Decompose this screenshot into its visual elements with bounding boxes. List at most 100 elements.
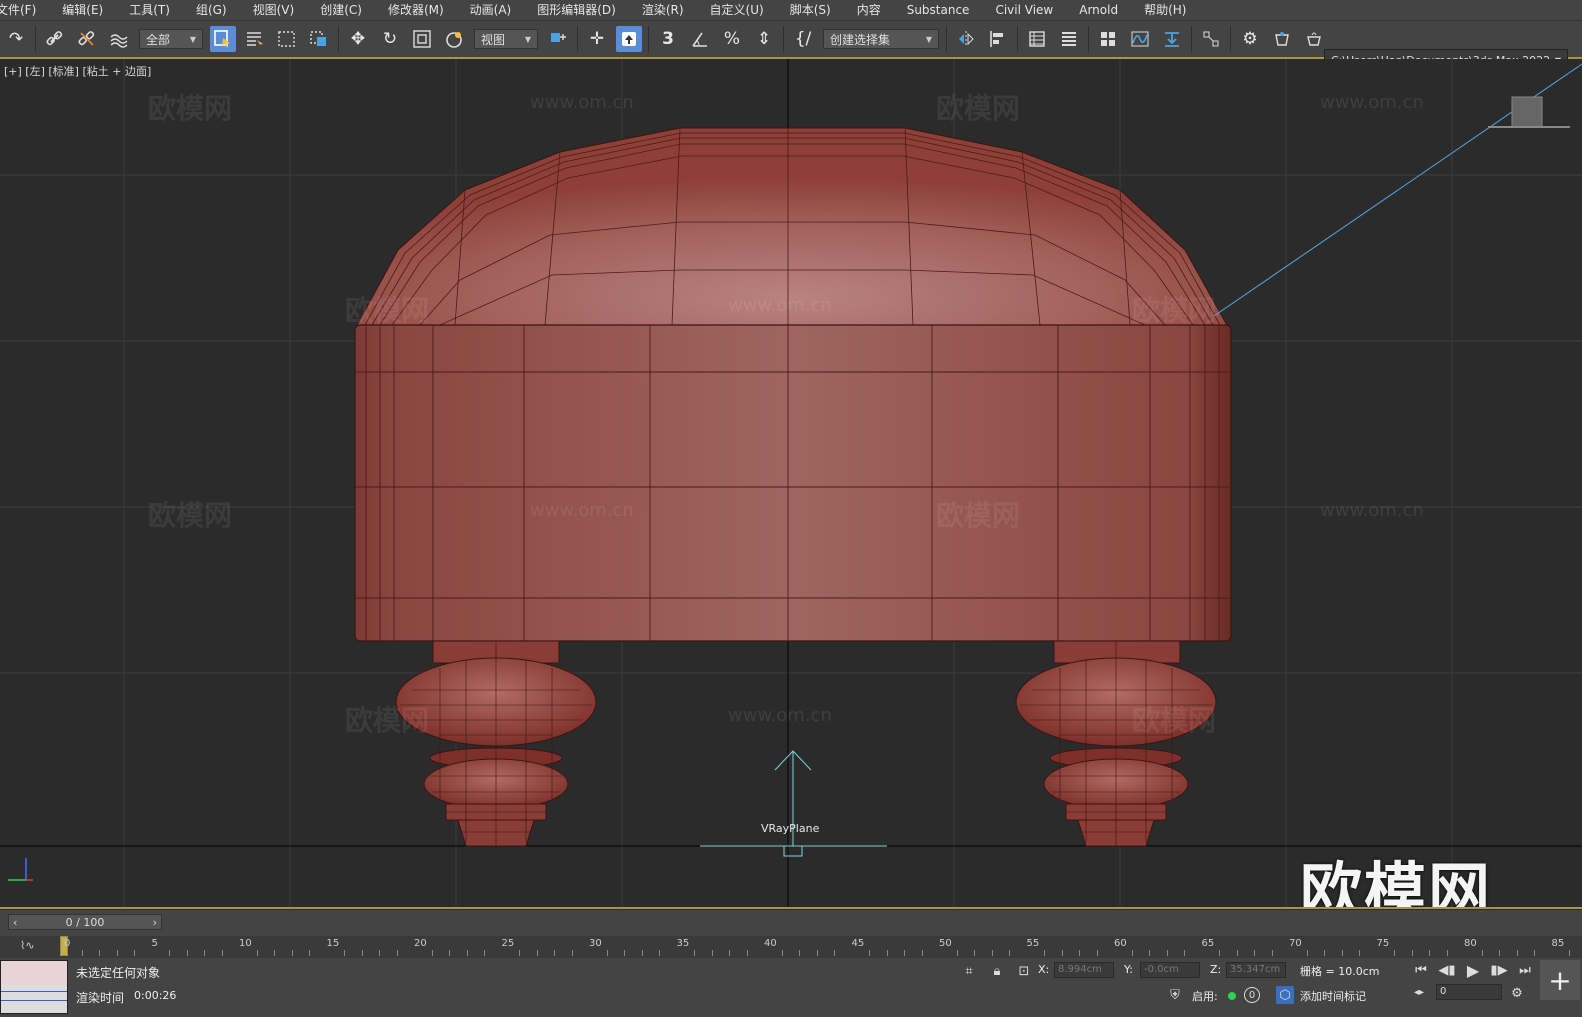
select-manipulate-icon[interactable]: ✛: [584, 26, 610, 52]
timeline-minor-tick: [1009, 950, 1010, 956]
menu-item[interactable]: 编辑(E): [49, 0, 116, 20]
menu-item[interactable]: 文件(F): [0, 0, 49, 20]
menu-item[interactable]: Substance: [894, 0, 983, 20]
curve-editor-icon[interactable]: [1127, 26, 1153, 52]
menu-item[interactable]: Civil View: [982, 0, 1066, 20]
selection-status: 未选定任何对象: [76, 966, 161, 980]
select-by-name-icon[interactable]: [242, 26, 268, 52]
timeline-track[interactable]: ⌇∿ 0 5 10 15 20 25 30 35 40 45 50 55 60 65 70 75 80 85: [0, 936, 1582, 958]
menu-item[interactable]: 组(G): [183, 0, 240, 20]
percent-snap-icon[interactable]: %: [719, 26, 745, 52]
bind-spacewarp-icon[interactable]: [106, 26, 132, 52]
selection-filter-dropdown[interactable]: 全部 ▼: [139, 29, 203, 49]
grid-size: 栅格 = 10.0cm: [1300, 965, 1380, 978]
next-frame-icon[interactable]: ▮▶: [1490, 961, 1508, 979]
named-selection-dropdown[interactable]: 创建选择集 ▼: [823, 29, 939, 49]
go-to-start-icon[interactable]: ⏮: [1412, 961, 1430, 979]
isolate-selection-icon[interactable]: ⌗: [960, 962, 978, 980]
menu-item[interactable]: 创建(C): [307, 0, 375, 20]
mirror-icon[interactable]: [953, 26, 979, 52]
rendered-frame-window-icon[interactable]: [1269, 26, 1295, 52]
schematic-view-icon[interactable]: [1159, 26, 1185, 52]
toggle-ribbon-icon[interactable]: [1056, 26, 1082, 52]
menu-item[interactable]: 工具(T): [116, 0, 183, 20]
keyboard-shortcut-override-icon[interactable]: [616, 26, 642, 52]
menu-bar: 文件(F) 编辑(E) 工具(T) 组(G) 视图(V) 创建(C) 修改器(M) 动画(A)…: [0, 0, 1582, 21]
snaps-toggle-icon[interactable]: 3: [655, 26, 681, 52]
timeline-tick-label: 30: [589, 938, 602, 949]
y-coordinate-field[interactable]: -0.0cm: [1140, 962, 1200, 978]
menu-item[interactable]: 自定义(U): [697, 0, 777, 20]
watermark-url: www.om.cn: [728, 705, 832, 726]
chevron-right-icon[interactable]: ›: [149, 916, 161, 929]
timeline-tick-label: 50: [939, 938, 952, 949]
timeline-minor-tick: [344, 950, 345, 956]
move-icon[interactable]: ✥: [345, 26, 371, 52]
curve-editor-mini-icon[interactable]: ⌇∿: [20, 939, 35, 952]
status-green-dot: [1228, 992, 1236, 1000]
absolute-mode-icon[interactable]: ⊡: [1015, 962, 1033, 980]
timeline-minor-tick: [781, 950, 783, 956]
play-icon[interactable]: ▶: [1464, 961, 1482, 980]
edit-named-selection-icon[interactable]: {/: [790, 26, 816, 52]
redo-icon[interactable]: ↷: [3, 26, 29, 52]
material-editor-icon[interactable]: [1198, 26, 1224, 52]
time-configuration-icon[interactable]: ⚙: [1508, 984, 1526, 1002]
menu-item[interactable]: 视图(V): [240, 0, 308, 20]
timeline-minor-tick: [1516, 950, 1518, 956]
angle-snap-icon[interactable]: [687, 26, 713, 52]
menu-item[interactable]: 渲染(R): [629, 0, 697, 20]
menu-item[interactable]: 内容: [844, 0, 894, 20]
pivot-center-icon[interactable]: [545, 26, 571, 52]
link-icon[interactable]: [42, 26, 68, 52]
time-slider[interactable]: ‹ 0 / 100 ›: [8, 914, 162, 930]
go-to-end-icon[interactable]: ⏭: [1516, 961, 1534, 979]
render-setup-icon[interactable]: ⚙: [1237, 26, 1263, 52]
add-viewport-icon[interactable]: +: [1540, 960, 1580, 1000]
scale-icon[interactable]: [409, 26, 435, 52]
select-object-icon[interactable]: [210, 26, 236, 52]
align-icon[interactable]: [985, 26, 1011, 52]
window-crossing-icon[interactable]: [306, 26, 332, 52]
watermark: 欧模网: [936, 92, 1021, 125]
viewport-left[interactable]: [+] [左] [标准] [粘土 + 边面] 欧模网 www.om.cn 欧模网…: [0, 59, 1582, 909]
time-tag-icon[interactable]: ⬡: [1276, 986, 1294, 1004]
lock-icon[interactable]: 🔒︎: [988, 962, 1006, 980]
chevron-down-icon: ▼: [189, 34, 196, 44]
viewport-label[interactable]: [+] [左] [标准] [粘土 + 边面]: [4, 63, 151, 79]
add-time-tag-button[interactable]: 添加时间标记: [1300, 988, 1366, 1004]
previous-frame-icon[interactable]: ◀▮: [1438, 961, 1456, 979]
z-coordinate-field[interactable]: 35.347cm: [1226, 962, 1286, 978]
spinner-snap-icon[interactable]: ⇕: [751, 26, 777, 52]
maxscript-mini-listener[interactable]: [0, 960, 68, 1014]
layer-explorer-icon[interactable]: [1024, 26, 1050, 52]
timeline-minor-tick: [869, 950, 870, 956]
reference-coordinate-dropdown[interactable]: 视图 ▼: [474, 29, 538, 49]
unlink-icon[interactable]: [74, 26, 100, 52]
current-frame-field[interactable]: 0: [1436, 984, 1502, 1000]
menu-item[interactable]: 修改器(M): [375, 0, 457, 20]
x-coordinate-field[interactable]: 8.994cm: [1054, 962, 1114, 978]
timeline-minor-tick: [1411, 950, 1413, 956]
key-mode-icon[interactable]: ◂▸: [1410, 983, 1428, 1001]
chevron-left-icon[interactable]: ‹: [9, 916, 21, 929]
time-slider-bar: ‹ 0 / 100 ›: [0, 910, 1582, 936]
menu-item[interactable]: 帮助(H): [1131, 0, 1199, 20]
menu-item[interactable]: 脚本(S): [777, 0, 844, 20]
toolbar-separator: [1191, 26, 1192, 52]
timeline-minor-tick: [484, 950, 485, 956]
placement-icon[interactable]: [441, 26, 467, 52]
toolbar-separator: [1088, 26, 1089, 52]
menu-item[interactable]: 动画(A): [457, 0, 525, 20]
timeline-minor-tick: [186, 950, 188, 956]
timeline-minor-tick: [1271, 950, 1273, 956]
menu-item[interactable]: Arnold: [1066, 0, 1131, 20]
enable-label: 启用:: [1192, 990, 1218, 1003]
timeline-minor-tick: [921, 950, 923, 956]
adaptive-degradation-icon[interactable]: ⛨: [1166, 986, 1184, 1004]
scene-explorer-icon[interactable]: [1095, 26, 1121, 52]
timeline-minor-tick: [1569, 950, 1570, 956]
rotate-icon[interactable]: ↻: [377, 26, 403, 52]
rectangular-region-icon[interactable]: [274, 26, 300, 52]
menu-item[interactable]: 图形编辑器(D): [524, 0, 629, 20]
